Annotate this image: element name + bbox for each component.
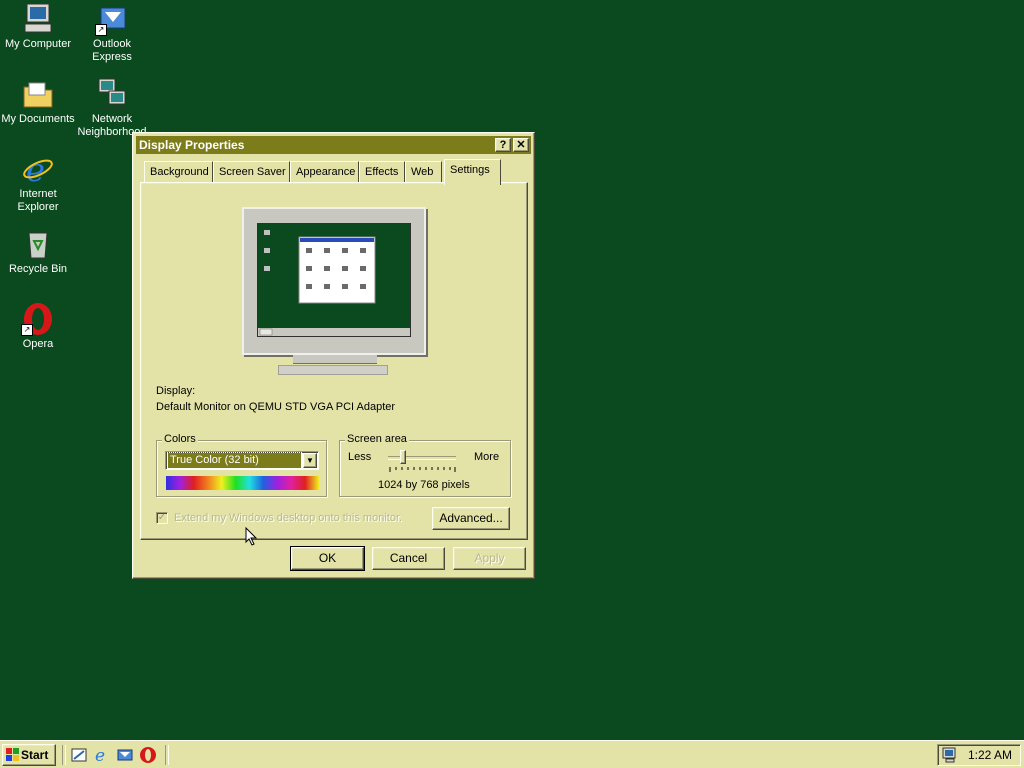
internet-explorer-quicklaunch-icon[interactable]: e xyxy=(93,746,111,766)
shortcut-arrow-icon: ↗ xyxy=(95,24,107,36)
mouse-cursor-icon xyxy=(245,527,258,546)
close-button[interactable]: ✕ xyxy=(513,138,529,152)
checkbox-box[interactable]: ✓ xyxy=(156,512,168,524)
desktop-icon-opera[interactable]: ↗ Opera xyxy=(0,302,76,351)
desktop-icon-label: Internet Explorer xyxy=(17,188,59,213)
quick-launch-separator xyxy=(62,745,66,765)
cancel-button[interactable]: Cancel xyxy=(372,547,445,570)
shortcut-arrow-icon: ↗ xyxy=(21,324,33,336)
system-tray: 1:22 AM xyxy=(937,744,1021,766)
desktop-icon-label: My Documents xyxy=(1,113,75,125)
dropdown-arrow-button[interactable]: ▼ xyxy=(303,453,317,468)
folder-icon xyxy=(21,77,55,111)
desktop-icon-recycle-bin[interactable]: Recycle Bin xyxy=(0,227,76,276)
desktop-icon-label: Opera xyxy=(22,338,54,350)
slider-ticks xyxy=(389,467,456,472)
desktop-icon-label: Outlook Express xyxy=(92,38,132,63)
recycle-bin-icon xyxy=(21,227,55,261)
computer-icon xyxy=(21,2,55,36)
display-settings-tray-icon[interactable] xyxy=(942,747,958,763)
desktop-icon-my-documents[interactable]: My Documents xyxy=(0,77,76,126)
color-depth-dropdown[interactable]: True Color (32 bit) ▼ xyxy=(165,451,319,470)
outlook-express-icon: ↗ xyxy=(95,2,129,36)
desktop-icon-network-neighborhood[interactable]: Network Neighborhood xyxy=(74,77,150,139)
colors-group-label: Colors xyxy=(162,433,198,445)
check-mark-icon: ✓ xyxy=(157,512,167,523)
svg-text:e: e xyxy=(95,746,105,764)
screen-area-less-label: Less xyxy=(348,451,372,463)
monitor-preview-screen xyxy=(257,223,411,337)
title-bar[interactable]: Display Properties ? ✕ xyxy=(136,136,531,154)
screen-area-value: 1024 by 768 pixels xyxy=(378,479,470,491)
chevron-down-icon: ▼ xyxy=(306,456,314,465)
preview-desktop-image xyxy=(258,230,410,336)
screen-area-more-label: More xyxy=(474,451,500,463)
desktop-icon-my-computer[interactable]: My Computer xyxy=(0,2,76,51)
tab-effects[interactable]: Effects xyxy=(359,161,405,183)
tab-settings[interactable]: Settings xyxy=(444,159,501,185)
apply-button[interactable]: Apply xyxy=(453,547,526,570)
extend-desktop-label: Extend my Windows desktop onto this moni… xyxy=(174,512,403,524)
monitor-stand-base xyxy=(278,365,388,375)
start-label: Start xyxy=(21,748,49,762)
opera-quicklaunch-icon[interactable] xyxy=(139,746,157,764)
windows-logo-icon xyxy=(6,748,19,761)
desktop-icon-outlook-express[interactable]: ↗ Outlook Express xyxy=(74,2,150,64)
monitor-stand-neck xyxy=(293,355,377,364)
clock[interactable]: 1:22 AM xyxy=(968,745,1012,765)
slider-track xyxy=(388,456,456,460)
internet-explorer-icon: e xyxy=(21,151,55,189)
desktop-icon-label: Recycle Bin xyxy=(8,263,68,275)
slider-thumb[interactable] xyxy=(400,450,406,464)
svg-text:e: e xyxy=(26,152,45,186)
display-label: Display: xyxy=(156,385,196,397)
tab-screen-saver[interactable]: Screen Saver xyxy=(213,161,290,183)
screen-area-slider[interactable] xyxy=(386,448,458,474)
opera-icon: ↗ xyxy=(21,302,55,336)
screen-area-group-label: Screen area xyxy=(345,433,409,445)
advanced-button[interactable]: Advanced... xyxy=(432,507,510,530)
monitor-preview xyxy=(242,207,426,355)
outlook-express-quicklaunch-icon[interactable] xyxy=(116,746,134,764)
ok-button[interactable]: OK xyxy=(290,546,365,571)
start-button[interactable]: Start xyxy=(2,744,56,766)
help-button[interactable]: ? xyxy=(495,138,511,152)
color-spectrum-bar xyxy=(166,476,319,490)
desktop-icon-label: My Computer xyxy=(4,38,72,50)
tab-appearance[interactable]: Appearance xyxy=(290,161,359,183)
network-icon xyxy=(95,77,129,111)
show-desktop-icon[interactable] xyxy=(70,746,88,764)
window-title: Display Properties xyxy=(139,138,245,152)
taskbar-separator xyxy=(165,745,169,765)
taskbar: Start e 1:22 AM xyxy=(0,740,1024,768)
color-depth-selected-value: True Color (32 bit) xyxy=(167,452,302,469)
tab-web[interactable]: Web xyxy=(405,161,442,183)
display-value: Default Monitor on QEMU STD VGA PCI Adap… xyxy=(156,401,396,413)
tab-background[interactable]: Background xyxy=(144,161,213,183)
desktop-icon-internet-explorer[interactable]: e Internet Explorer xyxy=(0,151,76,214)
